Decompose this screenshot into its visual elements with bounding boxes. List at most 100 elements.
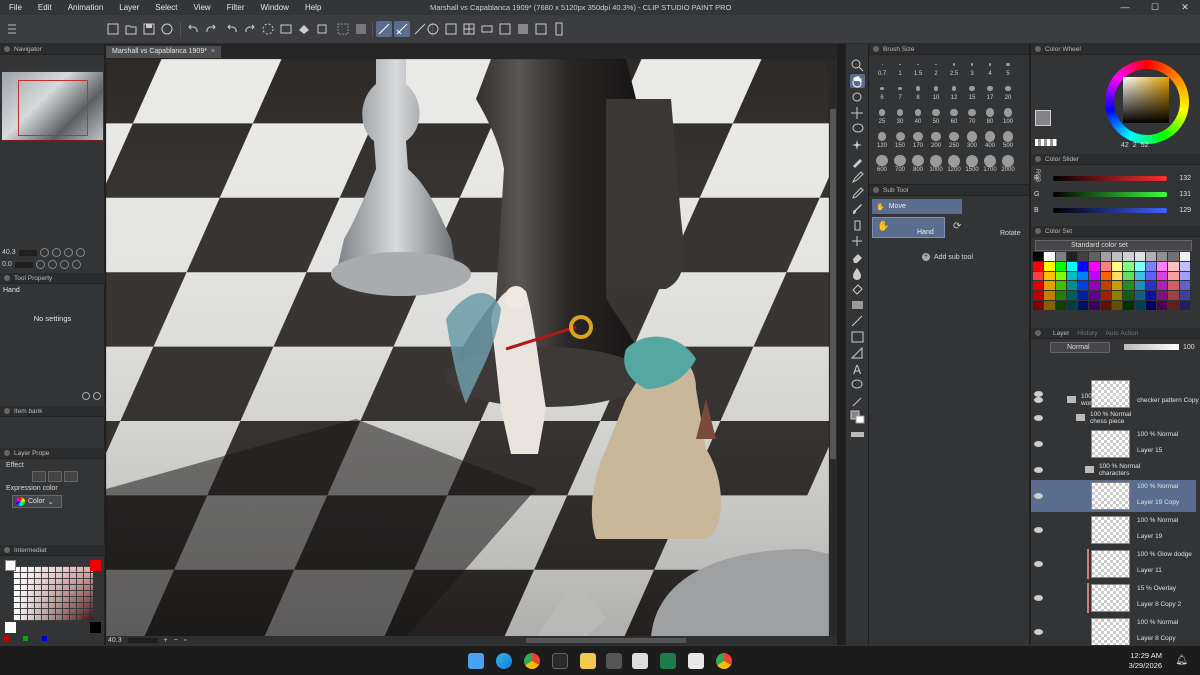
maximize-button[interactable]: ☐ [1140, 0, 1170, 15]
color-set-swatch[interactable] [1033, 252, 1044, 261]
channel-value[interactable]: 132 [1169, 175, 1191, 182]
snap-ruler-icon[interactable] [376, 21, 392, 37]
menu-layer[interactable]: Layer [111, 0, 147, 15]
layer-row[interactable]: 100 % Normal Layer 19 Copy [1031, 480, 1196, 512]
brush-size-cell[interactable]: 8 [909, 82, 927, 103]
menu-filter[interactable]: Filter [219, 0, 253, 15]
color-set-swatch[interactable] [1179, 271, 1190, 281]
brush-size-cell[interactable]: 7 [891, 82, 909, 103]
color-set-swatch[interactable] [1157, 301, 1168, 310]
rotate-reset-icon[interactable] [59, 260, 69, 269]
channel-slider[interactable] [1053, 207, 1167, 213]
brush-size-cell[interactable]: 17 [981, 82, 999, 103]
image-icon[interactable] [533, 21, 549, 37]
color-set-swatch[interactable] [1066, 271, 1078, 281]
brush-size-cell[interactable]: 120 [873, 130, 891, 151]
color-set-swatch[interactable] [1044, 291, 1055, 301]
color-set-swatch[interactable] [1145, 271, 1157, 281]
layer-folder[interactable]: 100 % Normal chess piece [1031, 410, 1196, 426]
brush-size-cell[interactable]: 600 [873, 154, 891, 175]
file-explorer-icon[interactable] [580, 653, 596, 669]
color-set-swatch[interactable] [1145, 301, 1157, 310]
tone-effect-button[interactable] [48, 471, 62, 482]
brush-size-cell[interactable]: 100 [999, 106, 1017, 127]
color-set-swatch[interactable] [1044, 271, 1055, 281]
brush-size-cell[interactable]: 700 [891, 154, 909, 175]
save-icon[interactable] [141, 21, 157, 37]
color-set-swatch[interactable] [1033, 281, 1044, 291]
menu-animation[interactable]: Animation [60, 0, 112, 15]
color-set-swatch[interactable] [1145, 261, 1157, 271]
layer-folder[interactable]: 100 % Normal characters [1031, 462, 1196, 478]
brush-size-cell[interactable]: 1.5 [909, 58, 927, 79]
intermediate-corner-bottom-right[interactable] [90, 622, 101, 633]
color-set-swatch[interactable] [1100, 301, 1111, 310]
eyedropper-icon[interactable] [850, 154, 865, 168]
layer-row[interactable]: 15 % Overlay Layer 8 Copy 2 [1031, 582, 1196, 614]
color-set-swatch[interactable] [1066, 301, 1078, 310]
brush-size-cell[interactable]: 5 [999, 58, 1017, 79]
color-set-swatch[interactable] [1044, 252, 1055, 261]
color-set-select[interactable]: Standard color set [1035, 240, 1192, 251]
collapse-icon[interactable] [4, 21, 20, 37]
color-set-swatch[interactable] [1111, 281, 1123, 291]
intermediate-color-grid[interactable] [13, 566, 93, 621]
menu-window[interactable]: Window [253, 0, 297, 15]
expression-color-select[interactable]: Color ⌄ [12, 495, 62, 508]
chrome-icon[interactable] [524, 653, 540, 669]
color-set-swatch[interactable] [1168, 261, 1179, 271]
color-set-swatch[interactable] [1179, 252, 1190, 261]
lasso-tool-icon[interactable] [850, 122, 865, 136]
brush-size-cell[interactable]: 2 [927, 58, 945, 79]
notification-bell-icon[interactable]: 🔔︎ [1175, 655, 1188, 666]
intermediate-corner-top-left[interactable] [5, 560, 16, 571]
zoom-tool-icon[interactable] [850, 58, 865, 72]
correct-line-tool-icon[interactable] [850, 394, 865, 408]
minimize-button[interactable]: — [1110, 0, 1140, 15]
color-set-swatch[interactable] [1078, 301, 1089, 310]
balloon-tool-icon[interactable] [850, 378, 865, 392]
eye-icon[interactable] [1034, 415, 1043, 421]
wrench-icon[interactable] [93, 392, 101, 400]
color-set-swatch[interactable] [1179, 261, 1190, 271]
reference-icon[interactable] [515, 21, 531, 37]
opentoonz-icon[interactable] [660, 653, 676, 669]
color-set-swatch[interactable] [1111, 261, 1123, 271]
clear-icon[interactable] [278, 21, 294, 37]
color-set-swatch[interactable] [1157, 291, 1168, 301]
brush-size-cell[interactable]: 3 [963, 58, 981, 79]
color-set-swatch[interactable] [1111, 291, 1123, 301]
rotate-slider[interactable] [14, 261, 33, 268]
brush-size-cell[interactable]: 15 [963, 82, 981, 103]
color-set-swatch[interactable] [1145, 291, 1157, 301]
brush-size-cell[interactable]: 1200 [945, 154, 963, 175]
layer-row[interactable]: 100 % Glow dodge Layer 11 [1031, 548, 1196, 580]
status-fit-icon[interactable]: ▫ [184, 637, 186, 644]
invert-selection-icon[interactable] [353, 21, 369, 37]
chrome-profile-icon[interactable] [716, 653, 732, 669]
brush-size-cell[interactable]: 500 [999, 130, 1017, 151]
status-zoom-in-icon[interactable]: + [164, 637, 168, 644]
color-set-swatch[interactable] [1078, 261, 1089, 271]
color-set-swatch[interactable] [1078, 281, 1089, 291]
color-set-swatch[interactable] [1157, 252, 1168, 261]
color-set-swatch[interactable] [1123, 252, 1134, 261]
brush-size-cell[interactable]: 2.5 [945, 58, 963, 79]
figure-tool-icon[interactable] [850, 314, 865, 328]
brush-size-cell[interactable]: 300 [963, 130, 981, 151]
vertical-scroll-thumb[interactable] [830, 109, 836, 459]
fill-tool-icon[interactable] [850, 282, 865, 296]
brush-size-cell[interactable]: 200 [927, 130, 945, 151]
device-icon[interactable] [551, 21, 567, 37]
pen-tool-icon[interactable] [850, 170, 865, 184]
brush-size-cell[interactable]: 4 [981, 58, 999, 79]
brush-size-cell[interactable]: 1 [891, 58, 909, 79]
color-set-swatch[interactable] [1055, 301, 1066, 310]
sub-tool-hand[interactable]: ✋ Hand [872, 217, 945, 238]
layer-icon[interactable] [497, 21, 513, 37]
color-set-swatch[interactable] [1033, 261, 1044, 271]
color-set-swatch[interactable] [1100, 252, 1111, 261]
frame-icon[interactable] [443, 21, 459, 37]
color-set-swatch[interactable] [1111, 301, 1123, 310]
tab-auto-action[interactable]: Auto Action [1106, 330, 1139, 337]
